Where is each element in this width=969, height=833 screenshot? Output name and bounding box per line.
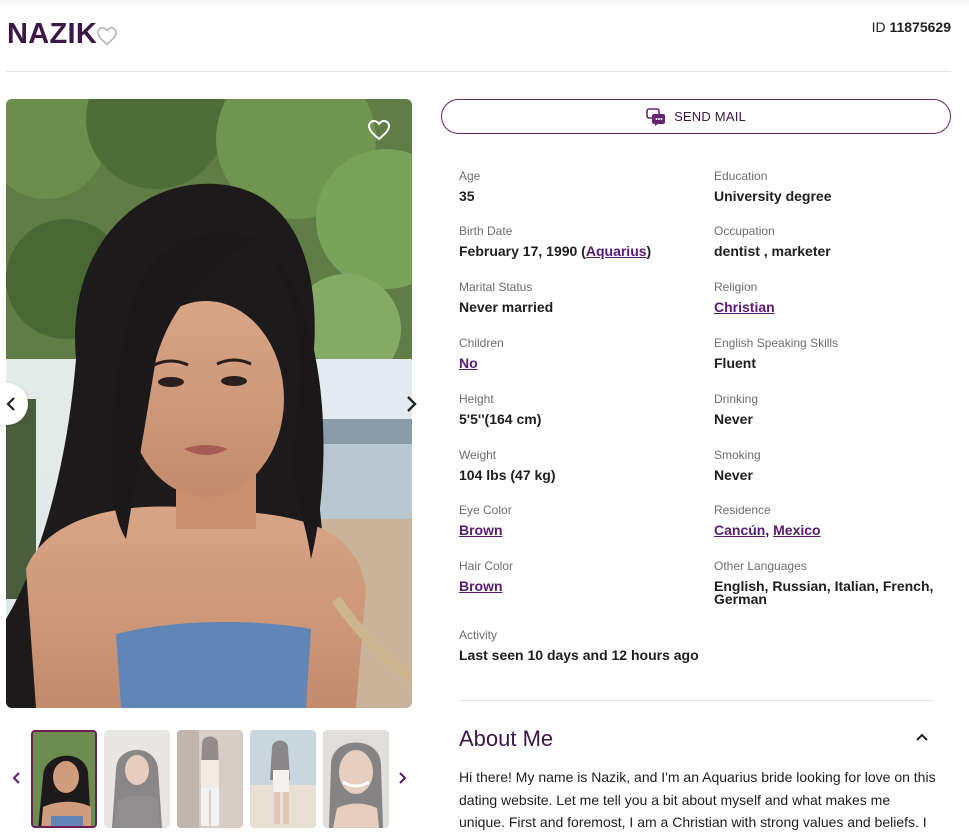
field-label: Birth Date [459,224,513,238]
field-value: 104 lbs (47 kg) [459,467,556,483]
field-other-languages: Other Languages English, Russian, Italia… [714,559,939,606]
profile-id-value: 11875629 [889,19,951,35]
thumbnail-image [177,730,243,828]
thumbnail-4[interactable] [250,730,316,828]
field-smoking: Smoking Never [714,448,954,482]
field-label: Drinking [714,392,759,406]
field-value: Last seen 10 days and 12 hours ago [459,647,699,663]
profile-id-label: ID [871,19,886,35]
field-height: Height 5'5''(164 cm) [459,392,699,426]
thumbs-next-chevron-right-icon[interactable] [397,771,407,785]
thumbnail-5[interactable] [323,730,389,828]
field-label: Smoking [714,448,761,462]
field-value: Brown [459,578,699,594]
field-label: Religion [714,280,758,294]
field-value: Christian [714,299,954,315]
field-value: Brown [459,522,699,538]
thumbnail-2[interactable] [104,730,170,828]
about-text: Hi there! My name is Nazik, and I'm an A… [459,769,936,830]
profile-header: NAZIK ID 11875629 [0,8,969,72]
chat-bubble-icon [646,107,666,126]
header-divider [6,71,951,72]
field-value: Never [714,467,753,483]
field-drinking: Drinking Never [714,392,954,426]
field-children: Children No [459,336,699,370]
field-value: No [459,355,699,371]
field-weight: Weight 104 lbs (47 kg) [459,448,699,482]
send-mail-label: SEND MAIL [674,109,746,124]
field-eye-color: Eye Color Brown [459,503,699,537]
thumbnail-1[interactable] [31,730,97,828]
field-value: 5'5''(164 cm) [459,411,542,427]
residence-city-link[interactable]: Cancún [714,522,765,538]
field-birth-date: Birth Date February 17, 1990 (Aquarius) [459,224,699,258]
field-hair-color: Hair Color Brown [459,559,699,593]
residence-separator: , [765,522,774,538]
field-value: 35 [459,188,475,204]
field-label: Hair Color [459,559,514,573]
field-label: Marital Status [459,280,533,294]
thumbnail-image [323,730,389,828]
field-label: Height [459,392,494,406]
photo-favorite-heart-icon[interactable] [367,119,391,141]
field-label: Weight [459,448,497,462]
field-label: Other Languages [714,559,807,573]
send-mail-button[interactable]: SEND MAIL [441,99,951,134]
birth-date-text: February 17, 1990 ( [459,243,586,259]
residence-country-link[interactable]: Mexico [773,522,820,538]
field-english-skills: English Speaking Skills Fluent [714,336,954,370]
photo-image [6,99,412,708]
top-strip [0,0,969,8]
field-value: Cancún, Mexico [714,522,954,538]
thumbnail-image [104,730,170,828]
profile-id: ID 11875629 [872,19,951,35]
field-occupation: Occupation dentist , marketer [714,224,954,258]
birth-date-suffix: ) [646,243,652,259]
field-age: Age 35 [459,169,699,203]
field-label: Children [459,336,504,350]
field-value: February 17, 1990 (Aquarius) [459,243,699,259]
field-label: Activity [459,628,498,642]
photo-next-chevron-right-icon[interactable] [404,394,420,414]
field-religion: Religion Christian [714,280,954,314]
field-education: Education University degree [714,169,954,203]
field-label: Education [714,169,768,183]
eye-color-link[interactable]: Brown [459,522,503,538]
field-value: University degree [714,188,832,204]
field-residence: Residence Cancún, Mexico [714,503,954,537]
field-value: Never married [459,299,554,315]
field-label: Occupation [714,224,775,238]
field-value: English, Russian, Italian, French, Germa… [714,578,934,607]
children-link[interactable]: No [459,355,478,371]
favorite-heart-icon[interactable] [96,26,118,46]
main-photo[interactable] [6,99,412,708]
thumbnail-3[interactable] [177,730,243,828]
religion-link[interactable]: Christian [714,299,775,315]
zodiac-link[interactable]: Aquarius [586,243,647,259]
thumbnail-image [250,730,316,828]
photo-thumbnails [6,729,412,829]
about-title: About Me [459,726,554,751]
field-activity: Activity Last seen 10 days and 12 hours … [459,628,779,662]
about-divider [459,700,933,701]
hair-color-link[interactable]: Brown [459,578,503,594]
field-label: Eye Color [459,503,512,517]
field-value: Fluent [714,355,756,371]
thumbs-prev-chevron-left-icon[interactable] [12,771,22,785]
profile-name: NAZIK [7,18,98,50]
field-marital-status: Marital Status Never married [459,280,699,314]
field-value: Never [714,411,753,427]
field-label: Age [459,169,481,183]
field-value: dentist , marketer [714,243,831,259]
chevron-left-icon [6,397,15,411]
field-label: Residence [714,503,771,517]
thumbnail-image [33,732,95,826]
collapse-chevron-up-icon[interactable] [915,732,929,742]
field-label: English Speaking Skills [714,336,839,350]
